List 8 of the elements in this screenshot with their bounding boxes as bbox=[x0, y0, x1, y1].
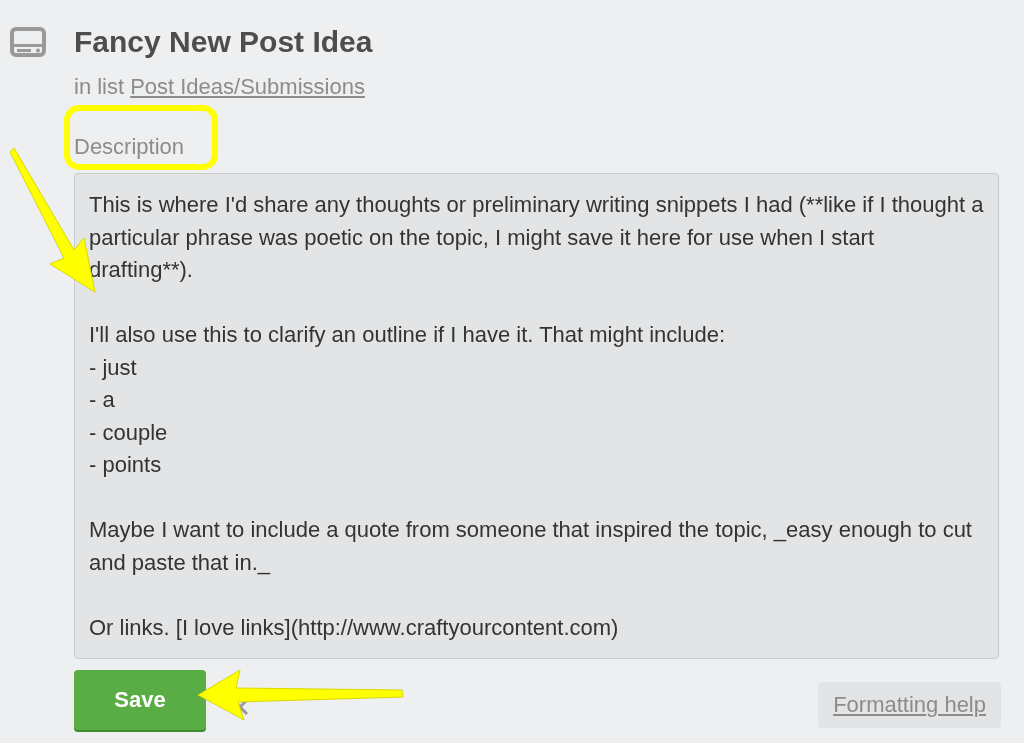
description-label: Description bbox=[74, 134, 186, 160]
list-link[interactable]: Post Ideas/Submissions bbox=[130, 74, 365, 100]
card-title: Fancy New Post Idea bbox=[74, 24, 374, 60]
formatting-help-button[interactable]: Formatting help bbox=[818, 682, 1001, 728]
description-field[interactable]: This is where I'd share any thoughts or preliminary writing snippets I had (**like if I thought a particular phrase was poetic on the topic, I might save it here for use when I start drafting**). I'll also use this to clarify an outline if I have it. That might include: - just - a - couple - points Maybe I want to include a quote from someone that inspired the topic, _easy enough to cut and paste that in._ Or links. [I love links](http://www.craftyourcontent.com) bbox=[74, 173, 999, 659]
card-icon bbox=[10, 27, 46, 57]
list-prefix: in list bbox=[74, 74, 125, 100]
save-button[interactable]: Save bbox=[74, 670, 206, 730]
